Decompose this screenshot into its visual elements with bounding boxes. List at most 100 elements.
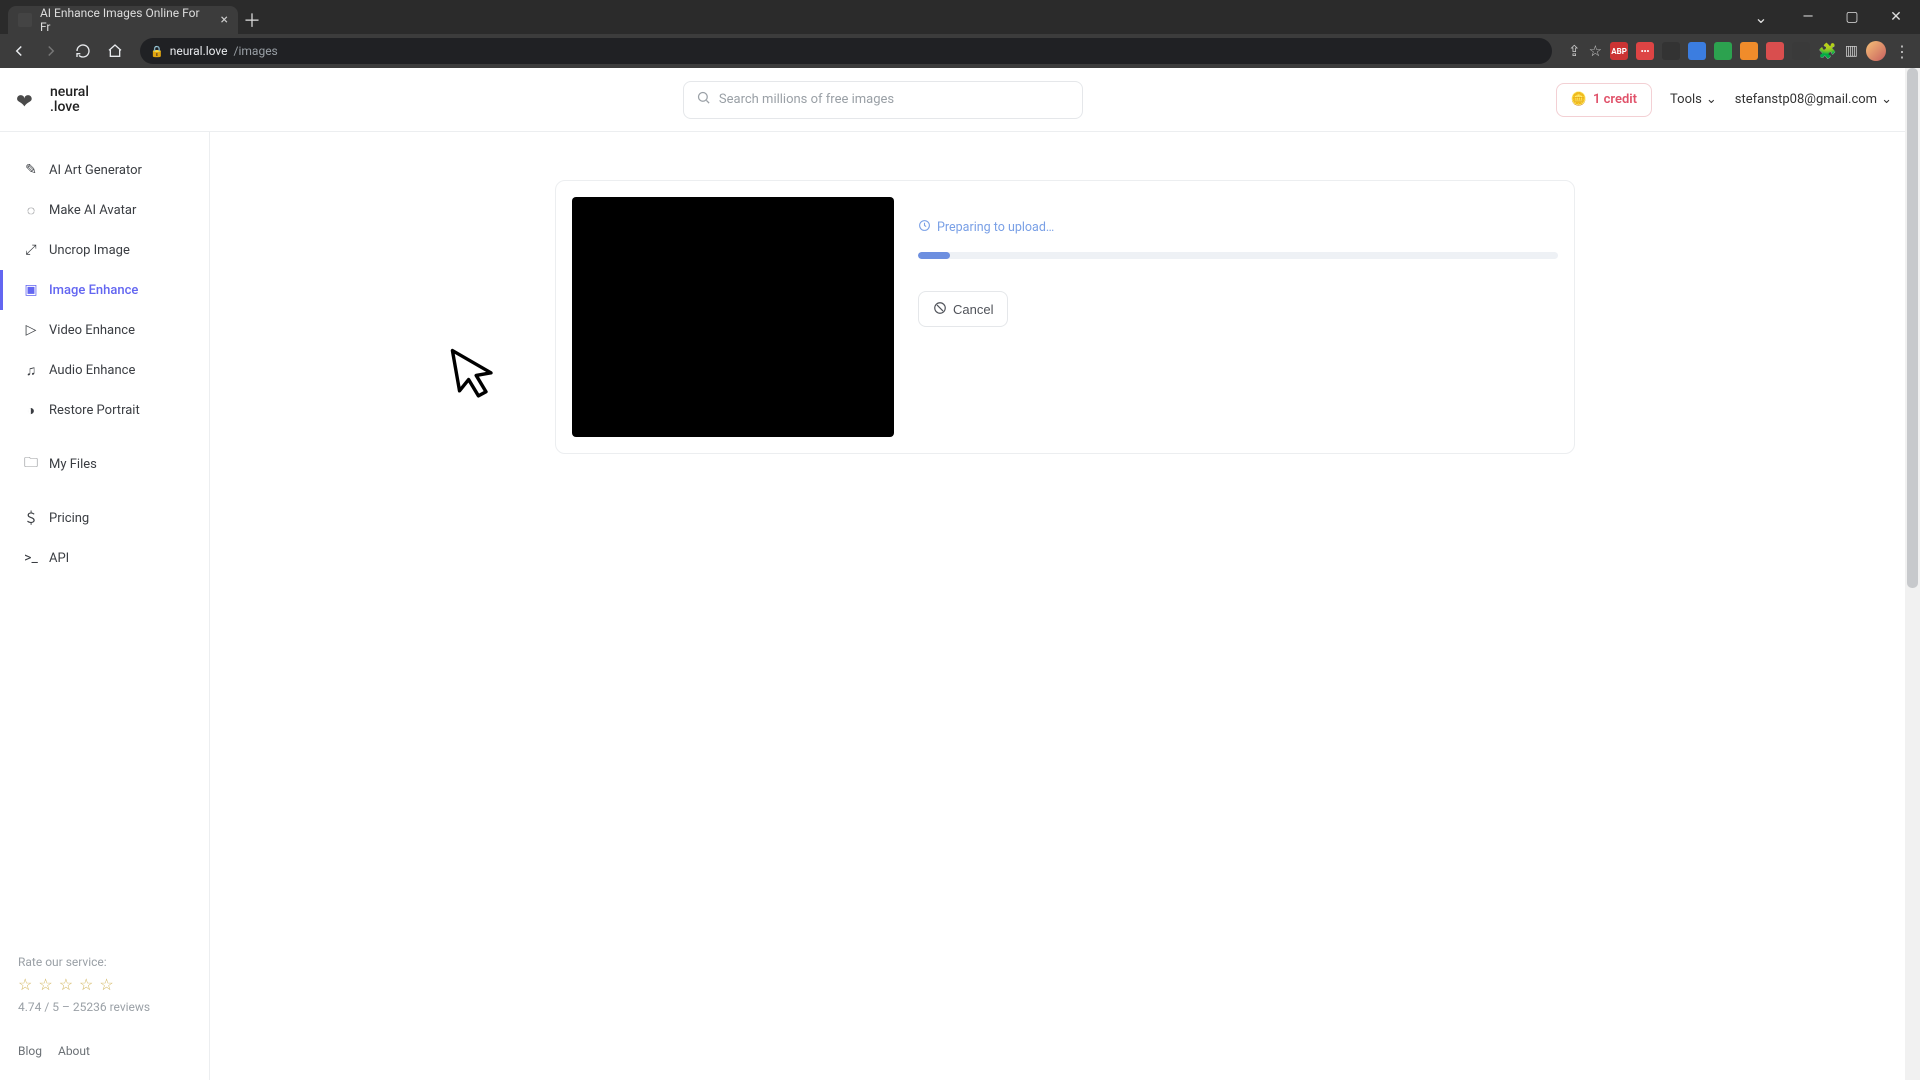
- heart-logo-icon: [14, 86, 42, 114]
- chevron-down-icon[interactable]: ⌄: [1744, 8, 1784, 27]
- lock-icon: 🔒: [150, 45, 164, 58]
- about-link[interactable]: About: [58, 1044, 90, 1058]
- close-tab-icon[interactable]: ×: [221, 13, 228, 27]
- upload-progress-bar: [918, 252, 1558, 259]
- portrait-icon: ◑: [23, 402, 39, 419]
- cancel-label: Cancel: [953, 302, 993, 317]
- maximize-button[interactable]: ▢: [1832, 9, 1872, 25]
- page-root: neural .love Search millions of free ima…: [0, 68, 1920, 1080]
- folder-icon: 🗀: [23, 452, 39, 476]
- tab-title: AI Enhance Images Online For Fr: [40, 6, 213, 34]
- extension-icon-4[interactable]: [1688, 42, 1706, 60]
- sidebar-item-label: Uncrop Image: [49, 243, 130, 258]
- sidebar-item-video-enhance[interactable]: ▷ Video Enhance: [0, 310, 209, 350]
- chevron-down-icon: ⌄: [1706, 92, 1717, 107]
- search-icon: [696, 90, 711, 109]
- sidebar-item-uncrop-image[interactable]: ⤢ Uncrop Image: [0, 230, 209, 270]
- sidebar-item-ai-art-generator[interactable]: ✎ AI Art Generator: [0, 150, 209, 190]
- chevron-down-icon: ⌄: [1881, 92, 1892, 107]
- main-content: Preparing to upload… Cancel: [210, 132, 1920, 1080]
- close-window-button[interactable]: ✕: [1876, 9, 1916, 25]
- extension-icon-8[interactable]: [1792, 42, 1810, 60]
- share-icon[interactable]: ⇪: [1568, 42, 1581, 60]
- avatar-icon: ◌: [23, 202, 39, 219]
- sidebar-item-label: Make AI Avatar: [49, 203, 136, 218]
- star-icon[interactable]: ☆: [38, 975, 52, 994]
- toolbar-icons: ⇪ ☆ ABP ••• 🧩 ▥ ⋮: [1564, 41, 1914, 61]
- window-scrollbar[interactable]: [1905, 68, 1920, 1080]
- star-icon[interactable]: ☆: [18, 975, 32, 994]
- extension-icon-3[interactable]: [1662, 42, 1680, 60]
- minimize-button[interactable]: —: [1788, 9, 1828, 25]
- browser-tab[interactable]: AI Enhance Images Online For Fr ×: [8, 6, 238, 34]
- address-bar[interactable]: 🔒 neural.love/images: [140, 38, 1552, 64]
- code-icon: >_: [23, 550, 39, 566]
- new-tab-button[interactable]: ＋: [238, 6, 266, 34]
- credits-label: 1 credit: [1593, 92, 1637, 107]
- upload-progress-fill: [918, 252, 950, 259]
- profile-avatar-icon[interactable]: [1866, 41, 1886, 61]
- image-preview: [572, 197, 894, 437]
- sidebar-item-api[interactable]: >_ API: [0, 538, 209, 578]
- wand-icon: ✎: [23, 162, 39, 178]
- extension-icon-7[interactable]: [1766, 42, 1784, 60]
- extension-lastpass-icon[interactable]: •••: [1636, 42, 1654, 60]
- coins-icon: 🪙: [1571, 92, 1587, 107]
- home-button[interactable]: [102, 38, 128, 64]
- sidebar-item-label: Audio Enhance: [49, 363, 135, 378]
- credits-chip[interactable]: 🪙 1 credit: [1556, 83, 1652, 117]
- star-icon[interactable]: ☆: [99, 975, 113, 994]
- logo-line1: neural: [50, 85, 89, 100]
- star-icon[interactable]: ☆: [59, 975, 73, 994]
- rating-stars[interactable]: ☆ ☆ ☆ ☆ ☆: [18, 975, 191, 994]
- star-icon[interactable]: ☆: [79, 975, 93, 994]
- upload-card: Preparing to upload… Cancel: [555, 180, 1575, 454]
- extension-icon-5[interactable]: [1714, 42, 1732, 60]
- rating-summary: 4.74 / 5 – 25236 reviews: [18, 1000, 191, 1014]
- sidebar-item-label: Restore Portrait: [49, 403, 140, 418]
- sidebar-item-restore-portrait[interactable]: ◑ Restore Portrait: [0, 390, 209, 430]
- user-dropdown[interactable]: stefanstp08@gmail.com ⌄: [1735, 92, 1892, 107]
- expand-icon: ⤢: [23, 242, 39, 258]
- tools-label: Tools: [1670, 92, 1702, 107]
- user-email: stefanstp08@gmail.com: [1735, 92, 1877, 107]
- kebab-menu-icon[interactable]: ⋮: [1894, 42, 1910, 61]
- play-icon: ▷: [23, 322, 39, 338]
- sidebar-item-label: AI Art Generator: [49, 163, 142, 178]
- cancel-button[interactable]: Cancel: [918, 291, 1008, 327]
- back-button[interactable]: [6, 38, 32, 64]
- browser-toolbar: 🔒 neural.love/images ⇪ ☆ ABP ••• 🧩 ▥ ⋮: [0, 34, 1920, 68]
- extension-icon-6[interactable]: [1740, 42, 1758, 60]
- tools-dropdown[interactable]: Tools ⌄: [1670, 92, 1717, 107]
- reload-button[interactable]: [70, 38, 96, 64]
- sidebar-item-label: Image Enhance: [49, 283, 138, 298]
- sidebar-item-make-ai-avatar[interactable]: ◌ Make AI Avatar: [0, 190, 209, 230]
- search-input[interactable]: Search millions of free images: [683, 81, 1083, 119]
- window-controls: ⌄ — ▢ ✕: [1744, 0, 1916, 34]
- blog-link[interactable]: Blog: [18, 1044, 42, 1058]
- browser-tabstrip: AI Enhance Images Online For Fr × ＋ ⌄ — …: [0, 0, 1920, 34]
- sidebar-item-label: Pricing: [49, 511, 89, 526]
- image-icon: ▣: [23, 282, 39, 298]
- extensions-puzzle-icon[interactable]: 🧩: [1818, 42, 1837, 60]
- logo-line2: .love: [50, 100, 89, 115]
- sidebar-item-label: My Files: [49, 457, 97, 472]
- search-placeholder: Search millions of free images: [719, 92, 894, 107]
- cancel-icon: [933, 301, 947, 318]
- app-logo[interactable]: neural .love: [0, 85, 210, 114]
- audio-icon: ♫: [23, 362, 39, 379]
- forward-button[interactable]: [38, 38, 64, 64]
- sidepanel-icon[interactable]: ▥: [1845, 43, 1858, 59]
- sidebar-item-pricing[interactable]: ＄ Pricing: [0, 498, 209, 538]
- clock-icon: [918, 219, 931, 236]
- tab-favicon-icon: [18, 13, 32, 27]
- extension-abp-icon[interactable]: ABP: [1610, 42, 1628, 60]
- app-header: neural .love Search millions of free ima…: [0, 68, 1920, 132]
- url-domain: neural.love: [170, 44, 228, 58]
- sidebar-item-image-enhance[interactable]: ▣ Image Enhance: [0, 270, 209, 310]
- scrollbar-thumb[interactable]: [1907, 68, 1918, 588]
- sidebar: ✎ AI Art Generator ◌ Make AI Avatar ⤢ Un…: [0, 132, 210, 1080]
- bookmark-star-icon[interactable]: ☆: [1589, 42, 1602, 60]
- sidebar-item-my-files[interactable]: 🗀 My Files: [0, 444, 209, 484]
- sidebar-item-audio-enhance[interactable]: ♫ Audio Enhance: [0, 350, 209, 390]
